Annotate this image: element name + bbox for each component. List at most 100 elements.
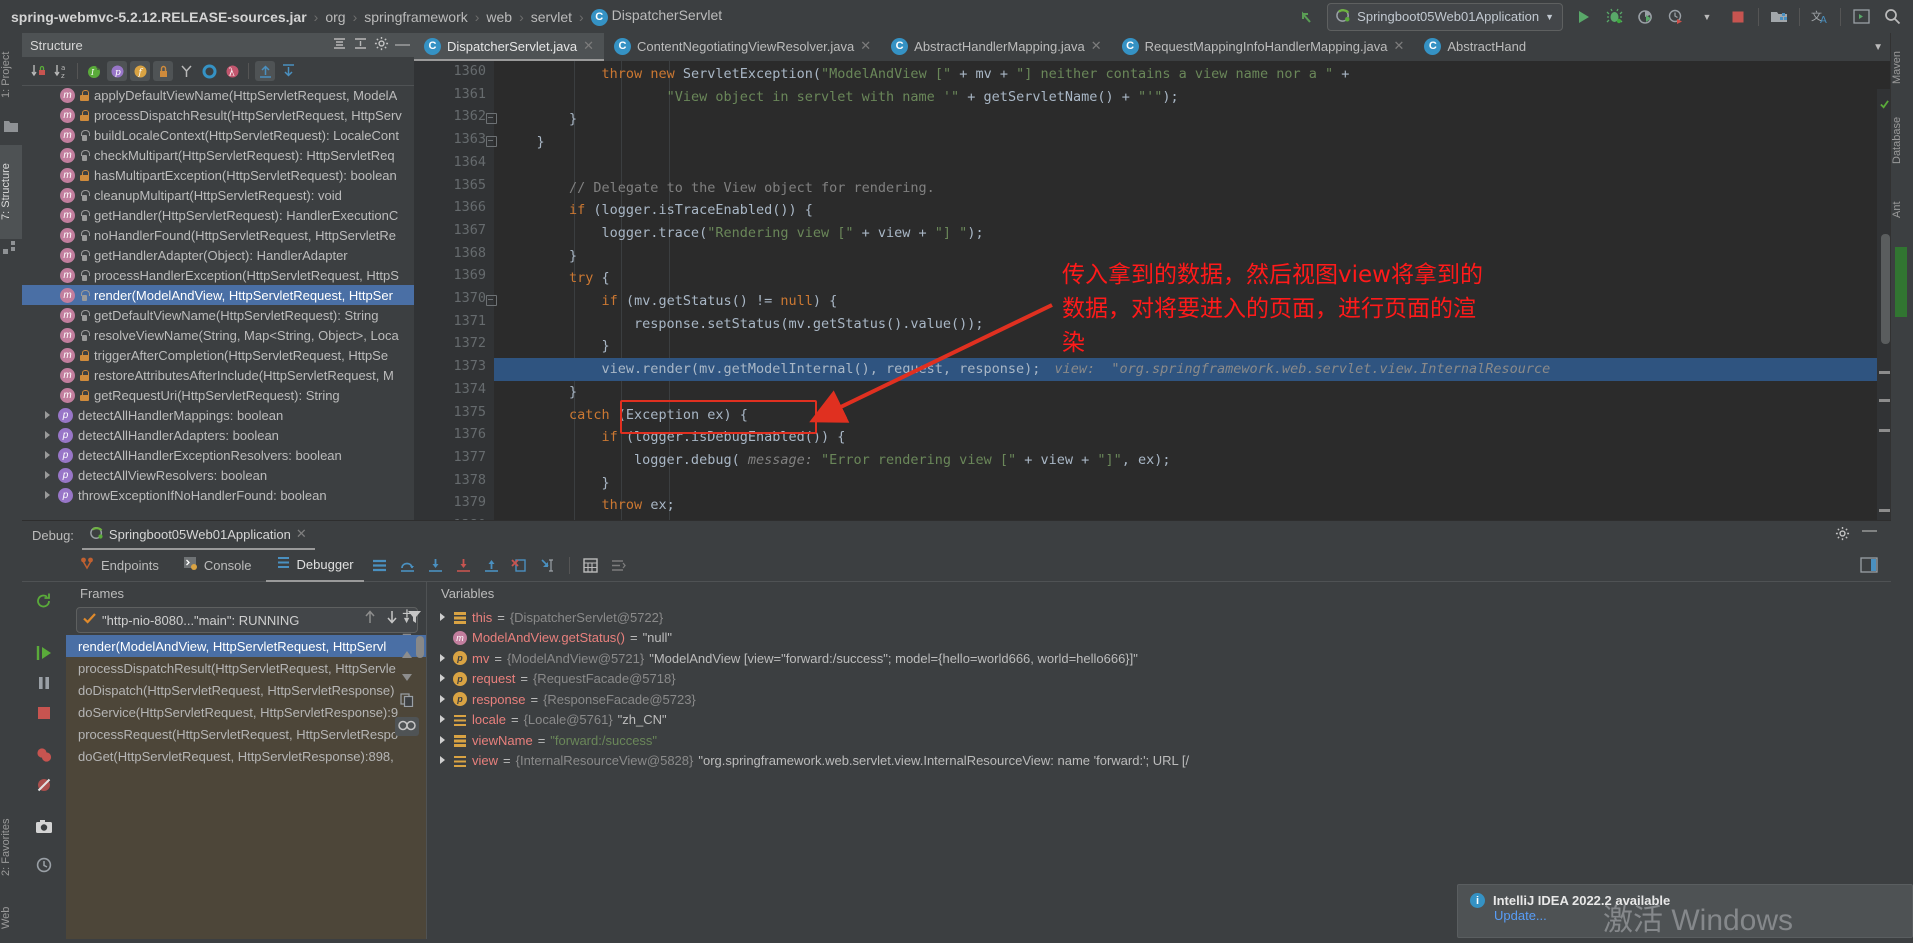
show-fields-icon[interactable]: f — [130, 61, 150, 81]
error-stripe[interactable] — [1877, 89, 1891, 520]
mute-breakpoints-icon[interactable] — [32, 773, 56, 797]
editor-tab[interactable]: C AbstractHand — [1414, 33, 1536, 61]
frame-list-item[interactable]: doService(HttpServletRequest, HttpServle… — [66, 701, 426, 723]
debug-session-tab[interactable]: Springboot05Web01Application ✕ — [81, 520, 315, 550]
view-breakpoints-icon[interactable] — [32, 743, 56, 767]
debug-icon[interactable] — [1603, 6, 1625, 28]
pause-program-icon[interactable] — [32, 671, 56, 695]
breadcrumb-item[interactable]: springframework — [361, 9, 470, 25]
debug-tab[interactable]: Debugger — [265, 549, 364, 582]
code-line[interactable]: } — [494, 108, 1891, 131]
frame-list-item[interactable]: processRequest(HttpServletRequest, HttpS… — [66, 723, 426, 745]
chevron-right-icon[interactable] — [439, 715, 448, 724]
sidebar-item-web[interactable]: Web — [0, 893, 22, 943]
move-down-icon[interactable] — [400, 671, 414, 686]
structure-tree[interactable]: m applyDefaultViewName(HttpServletRequest… — [22, 85, 414, 520]
chevron-right-icon[interactable] — [44, 430, 53, 440]
frame-list-item[interactable]: processDispatchResult(HttpServletRequest… — [66, 657, 426, 679]
code-line[interactable]: } — [494, 245, 1891, 268]
show-inherited-icon[interactable]: I — [84, 61, 104, 81]
code-line[interactable]: logger.debug( message: "Error rendering … — [494, 449, 1891, 472]
watches-icon[interactable] — [395, 717, 419, 736]
collapse-all-icon[interactable] — [332, 36, 347, 54]
code-line[interactable]: } — [494, 381, 1891, 404]
inspection-ok-icon[interactable] — [1880, 97, 1889, 109]
build-project-icon[interactable] — [1768, 6, 1790, 28]
group-by-class-icon[interactable] — [176, 61, 196, 81]
debug-tab[interactable]: Endpoints — [70, 550, 169, 581]
editor-tab[interactable]: C RequestMappingInfoHandlerMapping.java ✕ — [1112, 33, 1415, 61]
chevron-down-icon[interactable]: ▼ — [1545, 12, 1554, 22]
show-properties-icon[interactable]: p — [107, 61, 127, 81]
chevron-right-icon[interactable] — [44, 410, 53, 420]
layout-settings-icon[interactable] — [607, 553, 631, 577]
move-up-icon[interactable] — [363, 609, 377, 628]
frame-list-item[interactable]: doDispatch(HttpServletRequest, HttpServl… — [66, 679, 426, 701]
sidebar-item-maven[interactable]: Maven — [1891, 37, 1913, 97]
breadcrumb-item[interactable]: C DispatcherServlet — [588, 7, 726, 26]
code-line[interactable]: if (logger.isDebugEnabled()) { — [494, 426, 1891, 449]
structure-tree-item[interactable]: m restoreAttributesAfterInclude(HttpServl… — [22, 365, 414, 385]
editor-tab[interactable]: C DispatcherServlet.java ✕ — [414, 33, 604, 61]
structure-tree-item[interactable]: p detectAllHandlerExceptionResolvers: boo… — [22, 445, 414, 465]
evaluate-expression-icon[interactable] — [579, 553, 603, 577]
settings-gear-icon[interactable] — [1835, 526, 1850, 544]
code-line[interactable]: view.render(mv.getModelInternal(), reque… — [494, 358, 1891, 381]
code-line[interactable]: throw ex; — [494, 494, 1891, 517]
frame-list-item[interactable]: render(ModelAndView, HttpServletRequest,… — [66, 635, 426, 657]
run-to-cursor-icon[interactable] — [536, 553, 560, 577]
translate-icon[interactable]: 文A — [1809, 6, 1831, 28]
sort-by-visibility-icon[interactable] — [28, 61, 48, 81]
show-anonymous-icon[interactable] — [199, 61, 219, 81]
structure-icon[interactable] — [3, 241, 19, 257]
structure-tree-item[interactable]: m getHandler(HttpServletRequest): Handler… — [22, 205, 414, 225]
code-line[interactable]: if (mv.getStatus() != null) { — [494, 290, 1891, 313]
editor-tab[interactable]: C AbstractHandlerMapping.java ✕ — [881, 33, 1111, 61]
frames-list[interactable]: render(ModelAndView, HttpServletRequest,… — [66, 635, 426, 939]
code-line[interactable]: if (logger.isTraceEnabled()) { — [494, 199, 1891, 222]
close-icon[interactable]: ✕ — [296, 526, 307, 542]
structure-tree-item[interactable]: m getHandlerAdapter(Object): HandlerAdapt… — [22, 245, 414, 265]
code-line[interactable]: throw new ServletException("ModelAndView… — [494, 63, 1891, 86]
remove-watch-icon[interactable]: − — [402, 626, 412, 643]
structure-tree-item[interactable]: p detectAllHandlerMappings: boolean — [22, 405, 414, 425]
sidebar-item-favorites[interactable]: 2: Favorites — [0, 801, 22, 893]
debug-tab[interactable]: Console — [173, 550, 262, 581]
hide-icon[interactable]: — — [1862, 523, 1877, 544]
variable-row[interactable]: locale = {Locale@5761} "zh_CN" — [427, 710, 1891, 731]
chevron-right-icon[interactable] — [44, 470, 53, 480]
variable-row[interactable]: view = {InternalResourceView@5828} "org.… — [427, 751, 1891, 772]
structure-tree-item[interactable]: p detectAllViewResolvers: boolean — [22, 465, 414, 485]
code-line[interactable]: "View object in servlet with name '" + g… — [494, 86, 1891, 109]
rerun-icon[interactable] — [32, 589, 56, 613]
show-non-public-icon[interactable] — [153, 61, 173, 81]
breadcrumb-item[interactable]: web — [483, 9, 515, 25]
folder-icon[interactable] — [3, 119, 19, 135]
structure-tree-item[interactable]: p throwExceptionIfNoHandlerFound: boolean — [22, 485, 414, 505]
step-out-icon[interactable] — [480, 553, 504, 577]
code-line[interactable]: } — [494, 472, 1891, 495]
debug-layout-icon[interactable] — [368, 553, 392, 577]
chevron-right-icon[interactable] — [439, 756, 448, 765]
variable-row[interactable]: p request = {RequestFacade@5718} — [427, 669, 1891, 690]
structure-tree-item[interactable]: m checkMultipart(HttpServletRequest): Htt… — [22, 145, 414, 165]
sidebar-item-database[interactable]: Database — [1891, 101, 1913, 179]
close-icon[interactable]: ✕ — [1393, 38, 1404, 54]
variable-row[interactable]: this = {DispatcherServlet@5722} — [427, 607, 1891, 628]
drop-frame-icon[interactable] — [508, 553, 532, 577]
editor-tab[interactable]: C ContentNegotiatingViewResolver.java ✕ — [604, 33, 881, 61]
step-into-icon[interactable] — [424, 553, 448, 577]
show-lambdas-icon[interactable]: λ — [222, 61, 242, 81]
breadcrumb-item[interactable]: servlet — [528, 9, 575, 25]
sort-alphabetically-icon[interactable]: az — [51, 61, 71, 81]
code-line[interactable]: // Delegate to the View object for rende… — [494, 177, 1891, 200]
chevron-right-icon[interactable] — [439, 694, 448, 704]
chevron-right-icon[interactable] — [439, 612, 448, 622]
sidebar-item-ant[interactable]: Ant — [1891, 189, 1913, 231]
structure-tree-item[interactable]: m getRequestUri(HttpServletRequest): Stri… — [22, 385, 414, 405]
screenshot-icon[interactable] — [32, 815, 56, 839]
frames-scrollbar[interactable] — [416, 636, 424, 658]
profiler-icon[interactable] — [1665, 6, 1687, 28]
structure-tree-item[interactable]: p detectAllHandlerAdapters: boolean — [22, 425, 414, 445]
chevron-down-icon[interactable]: ▼ — [1696, 6, 1718, 28]
